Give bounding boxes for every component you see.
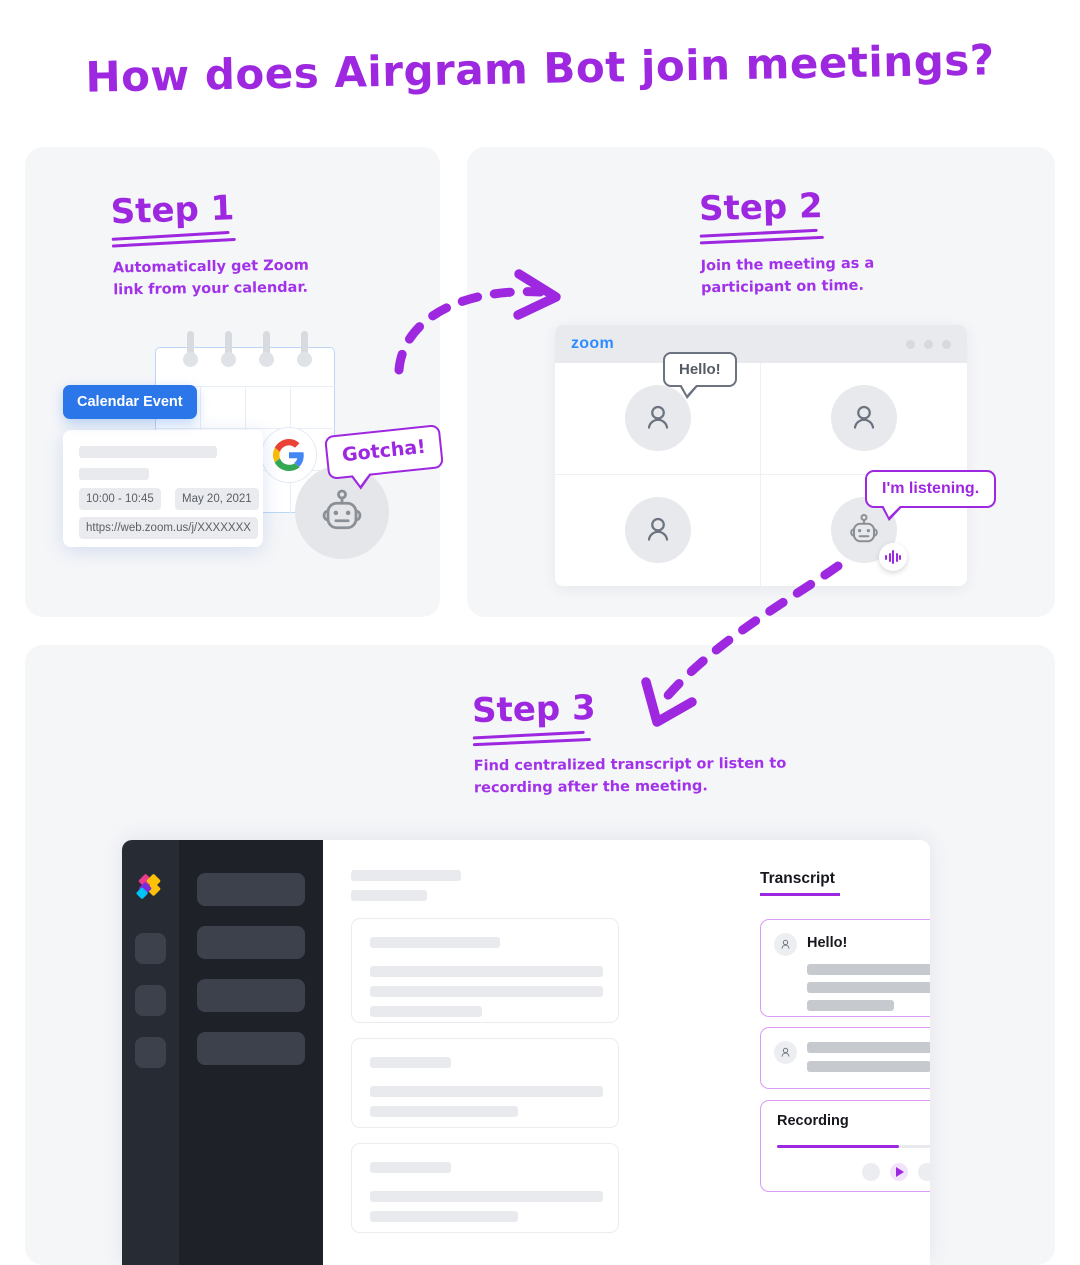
next-button[interactable] <box>917 1163 930 1181</box>
window-controls[interactable] <box>906 339 951 349</box>
hello-speech-bubble: Hello! <box>663 352 737 399</box>
event-link-chip[interactable]: https://web.zoom.us/j/XXXXXXX <box>79 517 258 539</box>
play-triangle-icon <box>895 1167 904 1177</box>
play-button[interactable] <box>889 1163 908 1181</box>
recording-controls <box>761 1163 930 1181</box>
calendar-ring-knob <box>297 352 312 367</box>
recording-player-card[interactable]: Recording <box>760 1100 930 1192</box>
app-sidebar <box>179 840 323 1265</box>
step-3-heading: Step 3 Find centralized transcript or li… <box>472 686 787 803</box>
step-2-underline <box>699 228 874 246</box>
transcript-heading-underline <box>760 893 840 896</box>
sidebar-item-4[interactable] <box>197 1032 305 1065</box>
page-title: How does Airgram Bot join meetings? <box>84 35 996 102</box>
doc-subheader-placeholder <box>351 890 427 901</box>
sidebar-item-2[interactable] <box>197 926 305 959</box>
app-icon-rail <box>122 840 179 1265</box>
calendar-ring-knob <box>183 352 198 367</box>
person-avatar-icon <box>831 385 897 452</box>
recording-progress-fill <box>777 1145 899 1148</box>
bubble-tail-inner <box>352 472 372 487</box>
calendar-ring-knob <box>221 352 236 367</box>
recording-progress-track[interactable] <box>777 1145 930 1148</box>
transcript-panel: Transcript Hello! Recording <box>760 870 930 1192</box>
gotcha-bubble-text: Gotcha! <box>340 435 427 467</box>
person-avatar-icon <box>624 497 691 564</box>
event-title-placeholder <box>79 446 217 458</box>
google-g-logo-icon <box>261 427 317 483</box>
step-2-description: Join the meeting as a participant on tim… <box>700 255 875 297</box>
step-1-title: Step 1 <box>110 188 236 233</box>
doc-header-placeholder <box>351 870 461 881</box>
robot-avatar-icon <box>295 465 389 559</box>
hello-bubble-text: Hello! <box>679 361 721 378</box>
sidebar-item-1[interactable] <box>197 873 305 906</box>
event-date-chip: May 20, 2021 <box>175 488 259 510</box>
listening-bubble-text: I'm listening. <box>882 480 980 497</box>
transcript-entry-label: Hello! <box>807 935 848 951</box>
step-3-underline <box>472 727 786 747</box>
participant-tile[interactable] <box>555 474 761 586</box>
event-subtitle-placeholder <box>79 468 149 480</box>
previous-button[interactable] <box>861 1163 880 1181</box>
transcript-entry[interactable] <box>760 1027 930 1089</box>
audio-waveform-icon <box>879 543 907 572</box>
app-main-content: Transcript Hello! Recording <box>323 840 930 1265</box>
participant-tile[interactable] <box>761 363 967 475</box>
step-1-description: Automatically get Zoom link from your ca… <box>112 257 309 299</box>
step-3-description: Find centralized transcript or listen to… <box>473 755 787 797</box>
step-2-heading: Step 2 Join the meeting as a participant… <box>698 186 875 301</box>
recording-label: Recording <box>777 1113 849 1129</box>
step-1-underline <box>111 230 308 249</box>
transcript-heading: Transcript <box>760 870 835 887</box>
sidebar-item-3[interactable] <box>197 979 305 1012</box>
step-2-title: Step 2 <box>698 186 824 230</box>
calendar-ring-knob <box>259 352 274 367</box>
bubble-tail-inner <box>883 505 901 517</box>
rail-icon-1[interactable] <box>135 933 166 964</box>
step-1-heading: Step 1 Automatically get Zoom link from … <box>110 188 309 305</box>
listening-speech-bubble: I'm listening. <box>865 470 997 521</box>
calendar-event-card[interactable]: 10:00 - 10:45 May 20, 2021 https://web.z… <box>63 430 263 547</box>
person-icon <box>774 1041 797 1064</box>
doc-card-2[interactable] <box>351 1038 619 1128</box>
doc-card-1[interactable] <box>351 918 619 1023</box>
zoom-logo: zoom <box>571 335 614 352</box>
airgram-diamond-logo-icon <box>135 873 165 903</box>
doc-card-3[interactable] <box>351 1143 619 1233</box>
rail-icon-3[interactable] <box>135 1037 166 1068</box>
zoom-window-titlebar: zoom <box>555 325 967 363</box>
participant-tile[interactable]: Hello! <box>555 352 761 475</box>
airgram-app-window: Transcript Hello! Recording <box>122 840 930 1265</box>
person-icon <box>774 933 797 956</box>
calendar-event-badge: Calendar Event <box>63 385 197 419</box>
bubble-tail-inner <box>681 384 697 395</box>
transcript-entry[interactable]: Hello! <box>760 919 930 1017</box>
rail-icon-2[interactable] <box>135 985 166 1016</box>
zoom-meeting-window: zoom Hello! <box>555 325 967 586</box>
event-time-chip: 10:00 - 10:45 <box>79 488 161 510</box>
step-3-title: Step 3 <box>471 687 597 732</box>
